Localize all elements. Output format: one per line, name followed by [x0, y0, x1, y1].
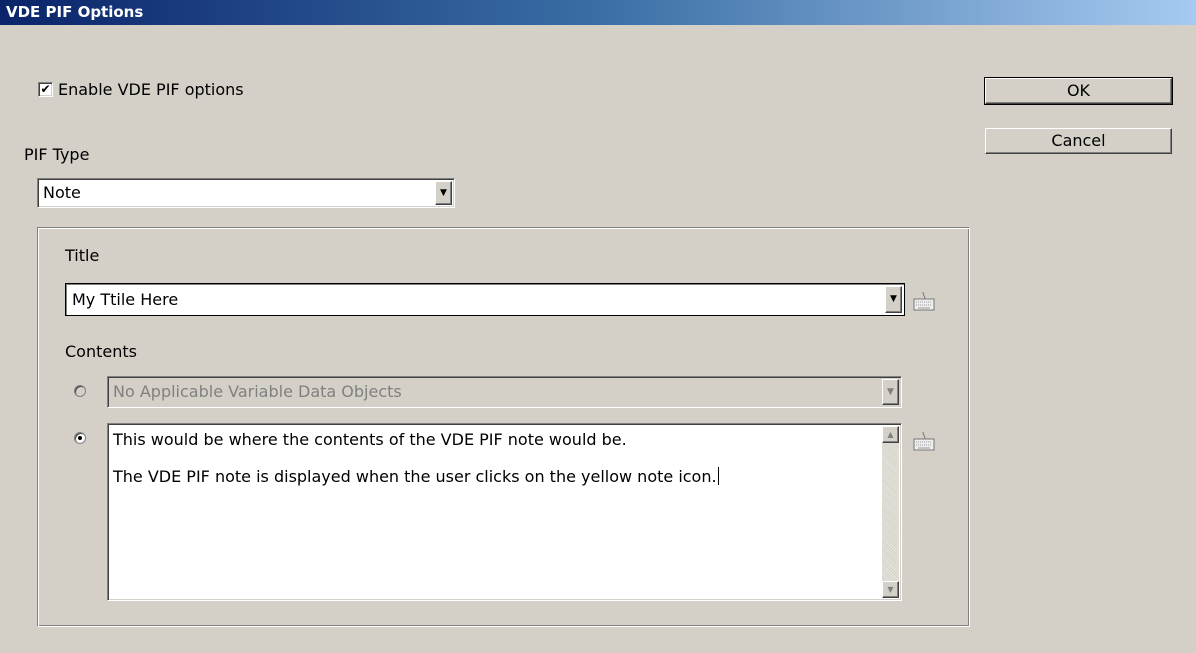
window-title: VDE PIF Options: [6, 3, 144, 21]
keyboard-icon[interactable]: [912, 290, 936, 312]
contents-scrollbar[interactable]: ▲ ▼: [882, 426, 899, 598]
contents-textarea[interactable]: This would be where the contents of the …: [107, 423, 902, 601]
contents-label: Contents: [65, 342, 137, 361]
chevron-down-icon[interactable]: ▼: [882, 379, 899, 405]
pif-type-value: Note: [43, 183, 81, 202]
pif-type-label: PIF Type: [24, 145, 90, 164]
contents-line-2: The VDE PIF note is displayed when the u…: [113, 467, 717, 486]
cancel-button-label: Cancel: [1051, 131, 1106, 150]
radio-selected-dot: [78, 436, 82, 440]
vdo-radio[interactable]: [74, 385, 86, 397]
ok-button-label: OK: [1066, 81, 1091, 100]
title-label: Title: [65, 246, 100, 265]
checkmark-icon: ✔: [40, 82, 51, 96]
title-combobox[interactable]: My Ttile Here ▼: [65, 283, 905, 316]
pif-type-select[interactable]: Note ▼: [37, 178, 455, 208]
text-caret: [717, 467, 719, 485]
cancel-button[interactable]: Cancel: [985, 128, 1172, 154]
contents-line-1: This would be where the contents of the …: [113, 430, 627, 449]
contents-line-2-wrap: The VDE PIF note is displayed when the u…: [113, 467, 719, 486]
keyboard-icon[interactable]: [912, 430, 936, 452]
ok-button[interactable]: OK: [984, 77, 1173, 105]
vdo-value: No Applicable Variable Data Objects: [113, 382, 402, 401]
vdo-select[interactable]: No Applicable Variable Data Objects ▼: [107, 376, 902, 408]
arrow-down-icon[interactable]: ▼: [882, 581, 899, 598]
text-contents-radio[interactable]: [74, 432, 86, 444]
enable-vde-pif-label[interactable]: Enable VDE PIF options: [58, 80, 244, 99]
enable-vde-pif-checkbox[interactable]: ✔: [38, 82, 53, 97]
title-value: My Ttile Here: [72, 290, 179, 309]
chevron-down-icon[interactable]: ▼: [435, 181, 452, 205]
arrow-up-icon[interactable]: ▲: [882, 426, 899, 443]
chevron-down-icon[interactable]: ▼: [885, 286, 902, 313]
title-bar[interactable]: VDE PIF Options: [0, 0, 1196, 25]
